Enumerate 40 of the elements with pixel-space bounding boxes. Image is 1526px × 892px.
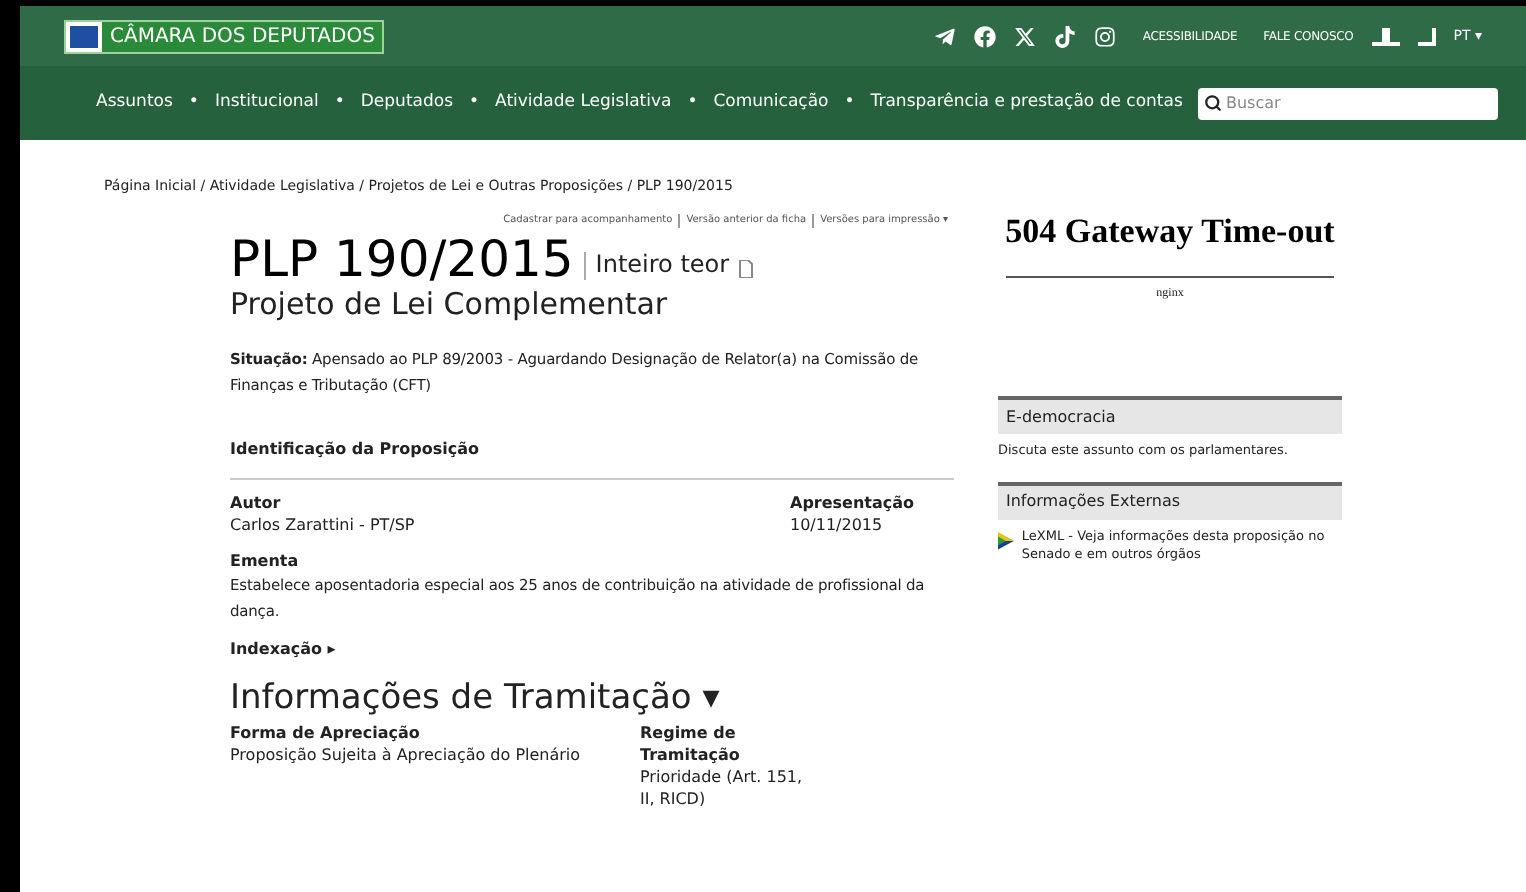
panel-header: E-democracia	[998, 396, 1342, 434]
search-field[interactable]: Buscar	[1198, 87, 1498, 119]
bill-type: Projeto de Lei Complementar	[230, 286, 670, 322]
nav-separator: •	[844, 90, 855, 116]
section-heading: Identificação da Proposição	[230, 438, 481, 462]
logo-icon	[66, 21, 102, 51]
field-label: Apresentação	[790, 492, 917, 514]
document-icon	[737, 260, 754, 278]
field-value: Prioridade (Art. 151, II, RICD)	[640, 766, 804, 810]
error-title: 504 Gateway Time-out	[1003, 209, 1337, 254]
field-value: Carlos Zarattini - PT/SP	[230, 514, 415, 536]
expand-toggle[interactable]: Indexação ▸	[230, 638, 954, 662]
nav-link[interactable]: Assuntos	[96, 90, 173, 116]
site-logo[interactable]: CÂMARA DOS DEPUTADOS	[64, 19, 385, 53]
tiktok-icon[interactable]	[1054, 25, 1077, 47]
field-label: Ementa	[230, 550, 301, 572]
field-value: Proposição Sujeita à Apreciação do Plenário	[230, 744, 583, 766]
nav-link[interactable]: Comunicação	[713, 90, 829, 116]
section-heading: Informações de Tramitação ▾	[230, 678, 722, 718]
full-text-link[interactable]: Inteiro teor	[595, 246, 730, 282]
nav-link[interactable]: Transparência e prestação de contas	[870, 90, 1183, 116]
panel-header: Informações Externas	[998, 481, 1342, 520]
nav-separator: •	[334, 90, 345, 116]
telegram-icon[interactable]	[934, 25, 957, 47]
nav-separator: •	[188, 90, 199, 116]
nav-link[interactable]: Atividade Legislativa	[495, 90, 672, 116]
field-value: 10/11/2015	[790, 514, 885, 536]
field-label: Regime de Tramitação	[640, 722, 742, 766]
facebook-icon[interactable]	[974, 25, 997, 47]
nav-separator: •	[687, 90, 698, 116]
field-label: Autor	[230, 492, 283, 514]
nav-link[interactable]: Institucional	[214, 90, 319, 116]
nav-link[interactable]: Deputados	[360, 90, 454, 116]
instagram-icon[interactable]	[1094, 25, 1117, 47]
nav-separator: •	[469, 90, 480, 116]
x-icon[interactable]	[1014, 25, 1037, 47]
play-icon	[998, 527, 1014, 554]
bill-number: PLP 190/2015	[230, 232, 574, 286]
field-label: Forma de Apreciação	[230, 722, 422, 744]
search-icon	[1204, 94, 1222, 112]
